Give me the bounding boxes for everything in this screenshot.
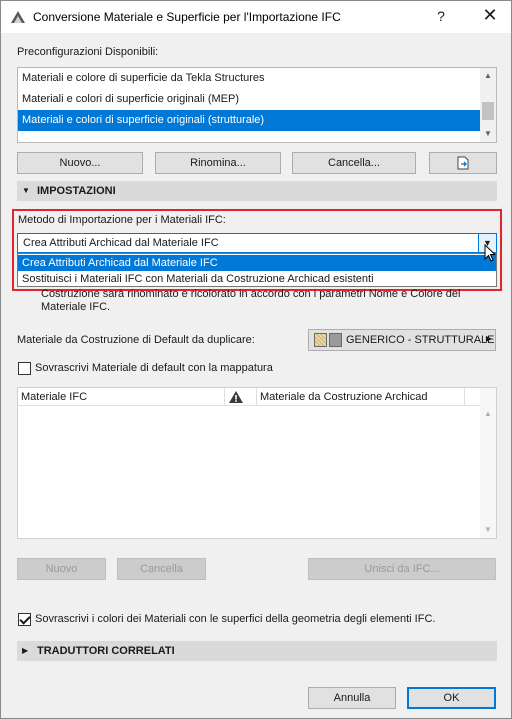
column-ifc-material[interactable]: Materiale IFC [21,388,87,406]
preset-export-button[interactable] [429,152,497,174]
method-label: Metodo di Importazione per i Materiali I… [18,214,226,226]
method-dropdown-list[interactable]: Crea Attributi Archicad dal Materiale IF… [17,253,497,287]
method-select-value: Crea Attributi Archicad dal Materiale IF… [23,237,219,249]
presets-label: Preconfigurazioni Disponibili: [17,46,159,58]
method-description: Costruzione sarà rinominato e ricolorato… [41,288,461,313]
column-archicad-material[interactable]: Materiale da Costruzione Archicad [260,388,428,406]
table-scrollbar[interactable]: ▲ ▼ [480,388,496,538]
mouse-pointer-icon [484,244,497,262]
warning-icon [229,391,243,403]
presets-scrollbar[interactable]: ▲ ▼ [480,68,496,142]
table-delete-button[interactable]: Cancella [117,558,206,580]
help-button[interactable]: ? [433,8,449,24]
collapse-triangle-icon: ▼ [22,186,30,195]
method-select[interactable]: Crea Attributi Archicad dal Materiale IF… [17,233,497,253]
expand-triangle-icon: ▶ [22,646,29,655]
material-pattern-swatch [314,333,327,347]
archicad-app-icon [11,11,25,23]
scroll-down-icon[interactable]: ▼ [480,522,496,538]
preset-item-tekla[interactable]: Materiali e colore di superficie da Tekl… [18,68,480,89]
presets-list[interactable]: Materiali e colore di superficie da Tekl… [17,67,497,143]
ok-button[interactable]: OK [407,687,496,709]
cancel-button[interactable]: Annulla [308,687,396,709]
default-material-label: Materiale da Costruzione di Default da d… [17,334,255,346]
material-color-swatch [329,333,342,347]
preset-new-button[interactable]: Nuovo... [17,152,143,174]
chevron-right-icon: ▶ [485,334,492,343]
method-option-replace[interactable]: Sostituisci i Materiali IFC con Material… [18,271,496,287]
scroll-up-icon[interactable]: ▲ [480,406,496,422]
default-material-picker[interactable]: GENERICO - STRUTTURALE ▶ [308,329,496,351]
overwrite-colors-label: Sovrascrivi i colori dei Materiali con l… [35,613,436,625]
merge-from-ifc-button[interactable]: Unisci da IFC... [308,558,496,580]
overwrite-colors-checkbox[interactable] [18,613,31,626]
preset-rename-button[interactable]: Rinomina... [155,152,281,174]
settings-section-header[interactable]: ▼ IMPOSTAZIONI [17,181,497,201]
scroll-thumb[interactable] [482,102,494,120]
preset-item-structural[interactable]: Materiali e colori di superficie origina… [18,110,480,131]
scroll-down-icon[interactable]: ▼ [480,126,496,142]
preset-delete-button[interactable]: Cancella... [292,152,416,174]
mapping-table[interactable]: Materiale IFC Materiale da Costruzione A… [17,387,497,539]
dialog-window: Conversione Materiale e Superficie per l… [0,0,512,719]
table-new-button[interactable]: Nuovo [17,558,106,580]
overwrite-default-checkbox[interactable] [18,362,31,375]
method-option-create[interactable]: Crea Attributi Archicad dal Materiale IF… [18,255,496,271]
title-bar: Conversione Materiale e Superficie per l… [1,1,511,33]
related-translators-header[interactable]: ▶ TRADUTTORI CORRELATI [17,641,497,661]
scroll-up-icon[interactable]: ▲ [480,68,496,84]
close-button[interactable]: ✕ [479,5,501,26]
window-title: Conversione Materiale e Superficie per l… [33,10,341,24]
mapping-table-header: Materiale IFC Materiale da Costruzione A… [18,388,480,406]
export-icon [457,156,469,170]
preset-item-mep[interactable]: Materiali e colori di superficie origina… [18,89,480,110]
overwrite-default-label: Sovrascrivi Materiale di default con la … [35,362,273,374]
